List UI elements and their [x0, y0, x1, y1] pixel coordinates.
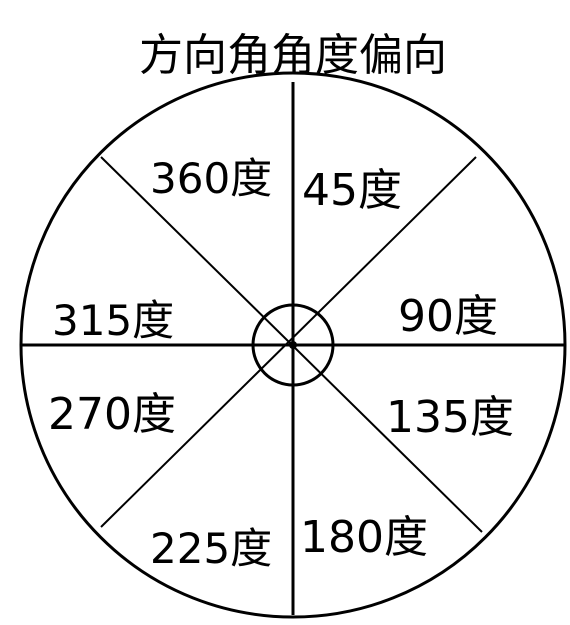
label-225: 225度	[150, 524, 272, 573]
label-180: 180度	[300, 512, 428, 563]
direction-angle-diagram: 方向角角度偏向 360度 45度 315度 90度 270度 135度 225度…	[19, 30, 567, 619]
label-315: 315度	[52, 296, 174, 345]
label-90: 90度	[398, 291, 498, 342]
label-360: 360度	[150, 154, 272, 203]
label-135: 135度	[386, 392, 514, 443]
center-point	[289, 341, 297, 349]
label-45: 45度	[302, 165, 402, 216]
label-270: 270度	[48, 389, 176, 440]
